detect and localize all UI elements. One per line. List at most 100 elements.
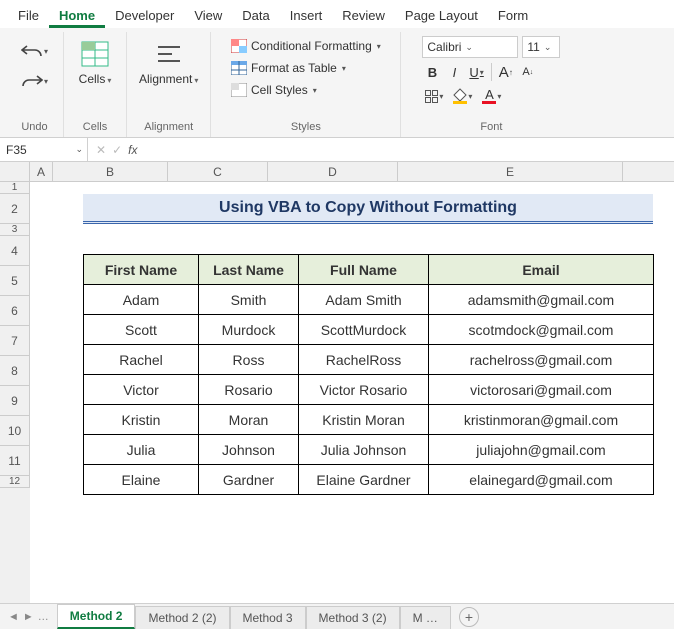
column-headers: ABCDE [30,162,674,182]
row-header-5[interactable]: 5 [0,266,30,296]
row-header-8[interactable]: 8 [0,356,30,386]
col-header-E[interactable]: E [398,162,623,182]
table-cell[interactable]: rachelross@gmail.com [429,345,654,375]
col-header-D[interactable]: D [268,162,398,182]
cells-button[interactable]: Cells▾ [70,34,120,90]
table-row: ElaineGardnerElaine Gardnerelainegard@gm… [84,465,654,495]
table-cell[interactable]: scotmdock@gmail.com [429,315,654,345]
row-header-6[interactable]: 6 [0,296,30,326]
sheet-tab[interactable]: M … [400,606,451,629]
table-cell[interactable]: Elaine [84,465,199,495]
font-name-select[interactable]: Calibri⌄ [422,36,518,58]
table-cell[interactable]: Adam [84,285,199,315]
table-row: JuliaJohnsonJulia Johnsonjuliajohn@gmail… [84,435,654,465]
table-row: KristinMoranKristin Morankristinmoran@gm… [84,405,654,435]
table-cell[interactable]: Julia Johnson [299,435,429,465]
menu-review[interactable]: Review [332,4,395,28]
table-cell[interactable]: Murdock [199,315,299,345]
shrink-font-button[interactable]: A↓ [518,62,538,82]
row-header-1[interactable]: 1 [0,182,30,194]
table-cell[interactable]: Elaine Gardner [299,465,429,495]
table-cell[interactable]: Rosario [199,375,299,405]
table-cell[interactable]: Moran [199,405,299,435]
borders-button[interactable]: ▾ [422,86,446,106]
table-cell[interactable]: Victor Rosario [299,375,429,405]
menu-data[interactable]: Data [232,4,279,28]
fill-color-button[interactable]: ▾ [450,86,475,106]
alignment-group-label: Alignment [144,121,193,135]
sheet-tab[interactable]: Method 3 [230,606,306,629]
select-all-corner[interactable] [0,162,30,182]
table-cell[interactable]: kristinmoran@gmail.com [429,405,654,435]
col-header-A[interactable]: A [30,162,53,182]
table-cell[interactable]: Kristin Moran [299,405,429,435]
row-headers: 123456789101112 [0,182,30,603]
menu-developer[interactable]: Developer [105,4,184,28]
row-header-10[interactable]: 10 [0,416,30,446]
menu-form[interactable]: Form [488,4,538,28]
menu-file[interactable]: File [8,4,49,28]
table-cell[interactable]: Adam Smith [299,285,429,315]
tab-nav-more[interactable]: … [38,611,49,623]
row-header-3[interactable]: 3 [0,224,30,236]
col-header-blank[interactable] [623,162,674,182]
table-cell[interactable]: RachelRoss [299,345,429,375]
bold-button[interactable]: B [422,62,442,82]
sheet-title: Using VBA to Copy Without Formatting [83,194,653,224]
row-header-2[interactable]: 2 [0,194,30,224]
table-cell[interactable]: Smith [199,285,299,315]
table-cell[interactable]: Ross [199,345,299,375]
underline-button[interactable]: U▾ [466,62,486,82]
table-cell[interactable]: ScottMurdock [299,315,429,345]
undo-group-label: Undo [21,121,47,135]
table-cell[interactable]: adamsmith@gmail.com [429,285,654,315]
redo-button[interactable]: ▾ [18,68,52,94]
col-header-B[interactable]: B [53,162,168,182]
cancel-formula-icon[interactable]: ✕ [96,143,106,157]
row-header-4[interactable]: 4 [0,236,30,266]
menu-insert[interactable]: Insert [280,4,333,28]
row-header-9[interactable]: 9 [0,386,30,416]
spreadsheet-grid: ABCDE 123456789101112 Using VBA to Copy … [0,162,674,603]
cell-styles-button[interactable]: Cell Styles▾ [229,82,319,98]
table-cell[interactable]: victorosari@gmail.com [429,375,654,405]
tab-nav-next[interactable]: ► [23,611,34,623]
name-box[interactable]: F35⌄ [0,138,88,161]
row-header-7[interactable]: 7 [0,326,30,356]
row-header-11[interactable]: 11 [0,446,30,476]
row-header-12[interactable]: 12 [0,476,30,488]
tab-nav-prev[interactable]: ◄ [8,611,19,623]
grow-font-button[interactable]: A↑ [496,62,516,82]
enter-formula-icon[interactable]: ✓ [112,143,122,157]
sheet-tab[interactable]: Method 2 [57,604,136,629]
table-cell[interactable]: Julia [84,435,199,465]
table-cell[interactable]: Gardner [199,465,299,495]
table-cell[interactable]: juliajohn@gmail.com [429,435,654,465]
font-color-button[interactable]: A▾ [479,86,504,106]
italic-button[interactable]: I [444,62,464,82]
menu-home[interactable]: Home [49,4,105,28]
col-header-C[interactable]: C [168,162,268,182]
alignment-button[interactable]: Alignment▾ [133,34,204,90]
menu-view[interactable]: View [184,4,232,28]
table-cell[interactable]: Scott [84,315,199,345]
alignment-icon [153,38,185,70]
table-icon [231,61,247,75]
table-cell[interactable]: Victor [84,375,199,405]
new-sheet-button[interactable]: + [459,607,479,627]
sheet-tab[interactable]: Method 2 (2) [135,606,229,629]
table-cell[interactable]: Rachel [84,345,199,375]
conditional-formatting-button[interactable]: Conditional Formatting▾ [229,38,383,54]
menu-page-layout[interactable]: Page Layout [395,4,488,28]
table-cell[interactable]: Johnson [199,435,299,465]
fx-icon[interactable]: fx [128,143,137,157]
sheet-tab[interactable]: Method 3 (2) [306,606,400,629]
formula-input[interactable] [145,138,674,161]
table-cell[interactable]: elainegard@gmail.com [429,465,654,495]
format-as-table-button[interactable]: Format as Table▾ [229,60,348,76]
styles-group-label: Styles [291,121,321,135]
undo-button[interactable]: ▾ [18,38,52,64]
table-cell[interactable]: Kristin [84,405,199,435]
fill-icon [453,88,467,104]
font-size-select[interactable]: 11⌄ [522,36,560,58]
